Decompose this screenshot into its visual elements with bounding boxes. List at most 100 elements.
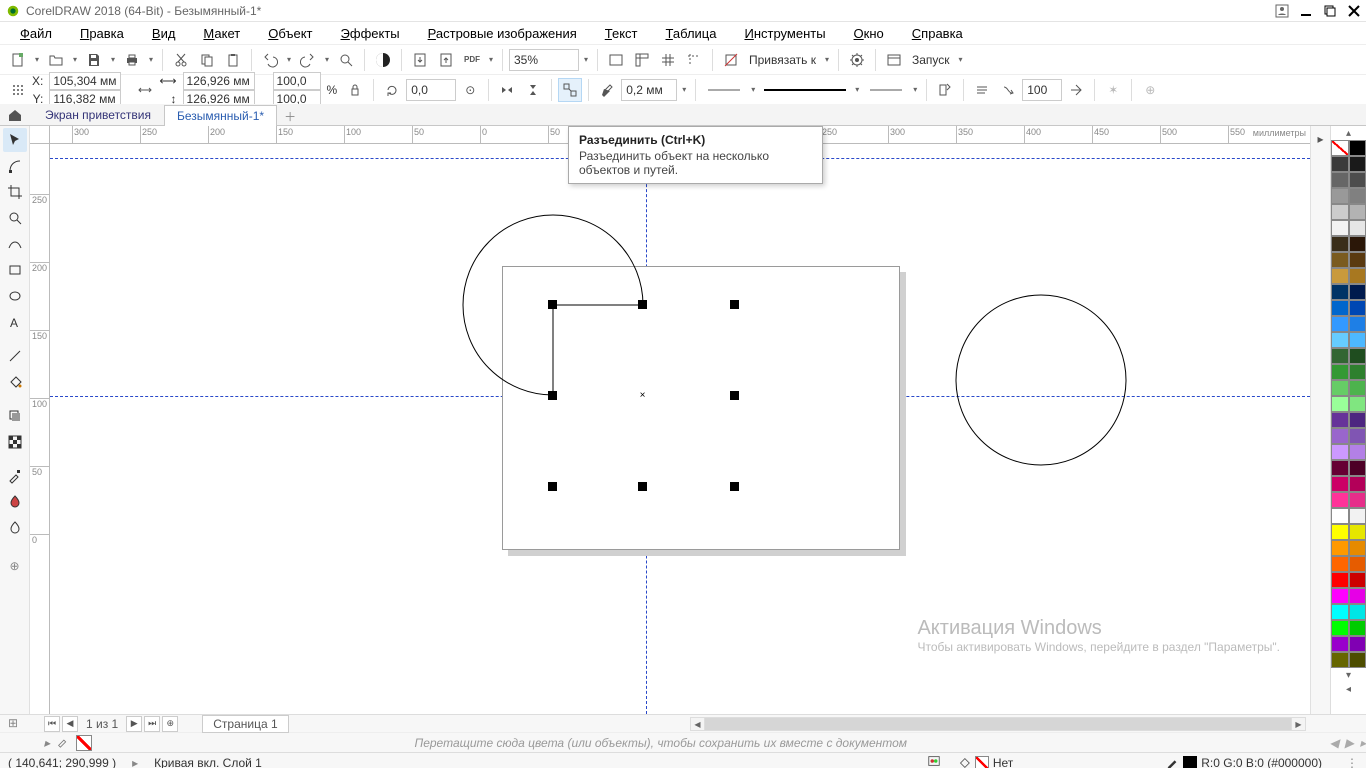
pdf-dropdown-icon[interactable]: ▾ [486,55,496,64]
outline-indicator[interactable]: R:0 G:0 B:0 (#000000) [1165,756,1322,768]
zoom-dropdown-icon[interactable]: ▾ [581,55,591,64]
vertical-ruler[interactable]: 250200150100500 [30,144,50,714]
undo-button[interactable] [258,48,282,72]
color-swatch[interactable] [1349,556,1366,572]
ellipse-tool[interactable] [3,284,27,308]
shape-tool[interactable] [3,154,27,178]
zoom-tool[interactable] [3,206,27,230]
palette-down-icon[interactable]: ▾ [1331,668,1366,682]
options-button[interactable] [845,48,869,72]
interactive-fill-tool[interactable] [3,490,27,514]
menu-object[interactable]: Объект [254,24,326,43]
color-swatch[interactable] [1331,156,1349,172]
line-style[interactable] [760,78,850,102]
first-page-button[interactable]: ⏮ [44,716,60,732]
redo-button[interactable] [296,48,320,72]
color-swatch[interactable] [1349,188,1366,204]
color-swatch[interactable] [1331,540,1349,556]
color-swatch[interactable] [1331,636,1349,652]
nav-expand-icon[interactable]: ⊞ [8,716,18,730]
dropshadow-tool[interactable] [3,404,27,428]
line-end-dd-icon[interactable]: ▾ [910,85,920,94]
color-swatch[interactable] [1331,652,1349,668]
menu-help[interactable]: Справка [898,24,977,43]
user-icon[interactable] [1270,0,1294,22]
transparency-tool[interactable] [3,430,27,454]
lock-ratio-button[interactable] [343,78,367,102]
new-dropdown-icon[interactable]: ▾ [32,55,42,64]
eyedropper-tool[interactable] [3,464,27,488]
color-swatch[interactable] [1349,652,1366,668]
selection-handle-ne[interactable] [730,300,739,309]
color-swatch[interactable] [1331,588,1349,604]
import-button[interactable] [408,48,432,72]
menu-text[interactable]: Текст [591,24,652,43]
color-swatch[interactable] [1349,316,1366,332]
color-swatch[interactable] [1331,396,1349,412]
line-style-dd-icon[interactable]: ▾ [852,85,862,94]
hscroll-left-icon[interactable]: ◀ [691,718,705,730]
page-tab-1[interactable]: Страница 1 [202,715,288,733]
palette-up-icon[interactable]: ▴ [1331,126,1366,140]
w-value[interactable]: 126,926 мм [183,72,255,90]
color-swatch[interactable] [1349,604,1366,620]
doc-palette-left-icon[interactable]: ◀ [1330,736,1339,750]
new-tab-button[interactable]: ＋ [281,107,299,125]
color-swatch[interactable] [1349,540,1366,556]
cut-button[interactable] [169,48,193,72]
bbox-icon[interactable]: ✶ [1101,78,1125,102]
snap-dropdown-icon[interactable]: ▾ [822,55,832,64]
hscroll-right-icon[interactable]: ▶ [1291,718,1305,730]
circle-shape-2[interactable] [955,294,1127,466]
color-swatch[interactable] [1349,396,1366,412]
color-swatch[interactable] [1331,492,1349,508]
color-swatch[interactable] [1331,252,1349,268]
publish-pdf-button[interactable]: PDF [460,48,484,72]
show-rulers-button[interactable] [630,48,654,72]
fill-tool[interactable] [3,370,27,394]
color-swatch[interactable] [1331,460,1349,476]
menu-bitmaps[interactable]: Растровые изображения [414,24,591,43]
color-swatch[interactable] [1349,252,1366,268]
print-dropdown-icon[interactable]: ▾ [146,55,156,64]
zoom-input[interactable] [509,49,579,71]
freehand-tool[interactable] [3,232,27,256]
quick-customize-button[interactable]: ⊕ [3,554,27,578]
menu-edit[interactable]: Правка [66,24,138,43]
line-tool[interactable] [3,344,27,368]
horizontal-scrollbar[interactable]: ◀ ▶ [690,717,1306,731]
outline-pen-icon[interactable] [595,78,619,102]
new-button[interactable] [6,48,30,72]
color-swatch[interactable] [1331,556,1349,572]
show-guides-button[interactable] [682,48,706,72]
status-menu-icon[interactable]: ⋮ [1346,756,1358,768]
color-swatch[interactable] [1349,236,1366,252]
color-swatch[interactable] [1349,444,1366,460]
color-swatch[interactable] [1331,572,1349,588]
show-grid-button[interactable] [656,48,680,72]
color-swatch[interactable] [1331,604,1349,620]
reverse-curve-button[interactable] [996,78,1020,102]
color-swatch[interactable] [1331,380,1349,396]
add-page-button[interactable]: ⊕ [162,716,178,732]
color-swatch[interactable] [1331,300,1349,316]
color-swatch[interactable] [1349,300,1366,316]
save-dropdown-icon[interactable]: ▾ [108,55,118,64]
outline-dd-icon[interactable]: ▾ [679,85,689,94]
color-proof-icon[interactable] [927,754,941,768]
wrap-text-button[interactable] [933,78,957,102]
paste-button[interactable] [221,48,245,72]
color-swatch[interactable] [1331,268,1349,284]
mirror-h-button[interactable] [495,78,519,102]
color-swatch[interactable] [1331,316,1349,332]
doc-palette-expand-icon[interactable]: ▸ [44,736,50,750]
pick-tool[interactable] [3,128,27,152]
color-swatch[interactable] [1331,524,1349,540]
crop-tool[interactable] [3,180,27,204]
color-swatch[interactable] [1349,508,1366,524]
line-end-style[interactable] [864,78,908,102]
menu-view[interactable]: Вид [138,24,190,43]
selection-handle-s[interactable] [638,482,647,491]
hscroll-thumb[interactable] [705,718,1291,730]
color-swatch[interactable] [1349,204,1366,220]
